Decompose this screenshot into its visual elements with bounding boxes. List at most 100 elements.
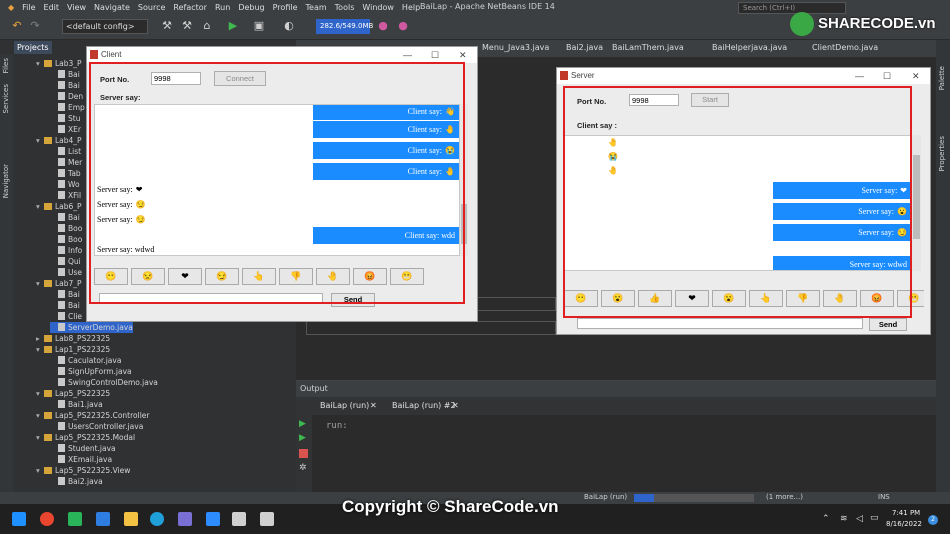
tree-item[interactable]: Qui	[50, 256, 81, 267]
tree-item[interactable]: Bai	[50, 300, 80, 311]
tree-item[interactable]: Bai	[50, 212, 80, 223]
palette-tab[interactable]: Palette	[938, 66, 946, 90]
tree-item[interactable]: ▾ Lab4_P	[36, 135, 82, 146]
tree-item[interactable]: UsersController.java	[50, 421, 143, 432]
menu-item[interactable]: Window	[362, 3, 394, 12]
zalo-icon[interactable]	[206, 512, 220, 526]
send-button[interactable]: Send	[869, 318, 907, 331]
tab-projects[interactable]: Projects	[14, 41, 52, 54]
close-icon[interactable]: ✕	[370, 401, 377, 410]
tree-item[interactable]: Caculator.java	[50, 355, 121, 366]
run-icon[interactable]: ▶	[226, 19, 240, 33]
tree-item[interactable]: ▾ Lap5_PS22325.Modal	[36, 432, 135, 443]
tree-item[interactable]: ▾ Lap5_PS22325.View	[36, 465, 130, 476]
edge-icon[interactable]	[150, 512, 164, 526]
tab-baihelper[interactable]: BaiHelperjava.java	[712, 43, 787, 52]
hammer-icon[interactable]: ⚒	[160, 19, 174, 33]
menu-item[interactable]: Tools	[335, 3, 355, 12]
gc-icon[interactable]: ●	[376, 19, 390, 33]
tree-item[interactable]: Emp	[50, 102, 85, 113]
todo-icon[interactable]	[96, 512, 110, 526]
clean-build-icon[interactable]: ⚒	[180, 19, 194, 33]
tree-item[interactable]: Boo	[50, 223, 82, 234]
services-tab[interactable]: Services	[2, 84, 10, 114]
minimize-icon[interactable]: —	[855, 68, 864, 84]
server-titlebar[interactable]: Server	[557, 68, 930, 84]
gc2-icon[interactable]: ●	[396, 19, 410, 33]
tree-item[interactable]: Wo	[50, 179, 80, 190]
chevron-icon[interactable]: ▾	[36, 201, 44, 212]
chevron-icon[interactable]: ▾	[36, 465, 44, 476]
tree-item[interactable]: Bai	[50, 69, 80, 80]
menu-item[interactable]: Source	[138, 3, 165, 12]
app-icon[interactable]	[178, 512, 192, 526]
clock-time[interactable]: 7:41 PM	[892, 509, 920, 517]
tree-item[interactable]: Info	[50, 245, 82, 256]
chevron-icon[interactable]: ▾	[36, 278, 44, 289]
battery-icon[interactable]: ▭	[870, 513, 879, 523]
menu-item[interactable]: Team	[306, 3, 327, 12]
tab-clientdemo[interactable]: ClientDemo.java	[812, 43, 878, 52]
menu-item[interactable]: File	[22, 3, 35, 12]
tree-item[interactable]: Stu	[50, 113, 80, 124]
tree-item[interactable]: SwingControlDemo.java	[50, 377, 158, 388]
tree-item[interactable]: Den	[50, 91, 83, 102]
tree-item[interactable]: Mer	[50, 157, 82, 168]
tab-run-1[interactable]: BaiLap (run)	[320, 401, 369, 410]
properties-tab[interactable]: Properties	[938, 136, 946, 171]
tree-item[interactable]: Bai1.java	[50, 399, 103, 410]
debug-icon[interactable]: ▣	[252, 19, 266, 33]
tree-item[interactable]: Tab	[50, 168, 81, 179]
scrollbar[interactable]	[912, 135, 921, 271]
tab-bai2[interactable]: Bai2.java	[566, 43, 603, 52]
app-icon[interactable]	[40, 512, 54, 526]
close-icon[interactable]: ✕	[912, 68, 920, 84]
close-icon[interactable]: ✕	[452, 401, 459, 410]
rerun-other-icon[interactable]: ▶	[299, 433, 306, 443]
tree-item[interactable]: Bai	[50, 289, 80, 300]
menu-item[interactable]: Navigate	[94, 3, 130, 12]
tab-run-2[interactable]: BaiLap (run) #2	[392, 401, 456, 410]
app-icon[interactable]	[68, 512, 82, 526]
tab-menu-java3[interactable]: Menu_Java3.java	[482, 43, 549, 52]
chevron-up-icon[interactable]: ⌃	[822, 514, 830, 524]
redo-icon[interactable]: ↷	[28, 19, 42, 33]
rerun-icon[interactable]: ▶	[299, 419, 306, 429]
tree-item[interactable]: ▾ Lab6_P	[36, 201, 82, 212]
chevron-icon[interactable]: ▾	[36, 58, 44, 69]
output-header[interactable]: Output	[296, 381, 936, 397]
java-app-icon[interactable]	[232, 512, 246, 526]
maximize-icon[interactable]: ☐	[431, 47, 439, 63]
close-icon[interactable]: ✕	[459, 47, 467, 63]
files-tab[interactable]: Files	[2, 58, 10, 73]
tree-item[interactable]: ▾ Lap1_PS22325	[36, 344, 110, 355]
tree-item[interactable]: XEmail.java	[50, 454, 112, 465]
tree-item[interactable]: Boo	[50, 234, 82, 245]
memory-indicator[interactable]: 282.6/549.0MB	[316, 19, 373, 34]
profile-icon[interactable]: ◐	[282, 19, 296, 33]
notification-badge[interactable]: 2	[928, 515, 938, 525]
tab-bailamthem[interactable]: BaiLamThem.java	[612, 43, 684, 52]
tree-item[interactable]: Bai	[50, 80, 80, 91]
status-more[interactable]: (1 more...)	[766, 493, 803, 501]
tree-item[interactable]: ServerDemo.java	[50, 322, 133, 333]
menu-item[interactable]: Run	[215, 3, 230, 12]
config-select[interactable]: <default config>	[62, 19, 148, 34]
broom-icon[interactable]: ⌂	[200, 19, 214, 33]
tree-item[interactable]: List	[50, 146, 81, 157]
navigator-tab[interactable]: Navigator	[2, 164, 10, 198]
menu-item[interactable]: View	[67, 3, 86, 12]
chevron-icon[interactable]: ▾	[36, 432, 44, 443]
menu-item[interactable]: Refactor	[173, 3, 207, 12]
wifi-icon[interactable]: ≋	[840, 514, 848, 524]
tree-item[interactable]: ▾ Lap5_PS22325	[36, 388, 110, 399]
message-input[interactable]	[577, 318, 863, 329]
tree-item[interactable]: Clie	[50, 311, 82, 322]
tree-item[interactable]: ▾ Lab7_P	[36, 278, 82, 289]
settings-icon[interactable]: ✲	[299, 463, 307, 473]
chevron-icon[interactable]: ▸	[36, 333, 44, 344]
tree-item[interactable]: ▾ Lap5_PS22325.Controller	[36, 410, 149, 421]
chevron-icon[interactable]: ▾	[36, 388, 44, 399]
minimize-icon[interactable]: —	[403, 47, 412, 63]
tree-item[interactable]: ▾ Lab3_P	[36, 58, 82, 69]
